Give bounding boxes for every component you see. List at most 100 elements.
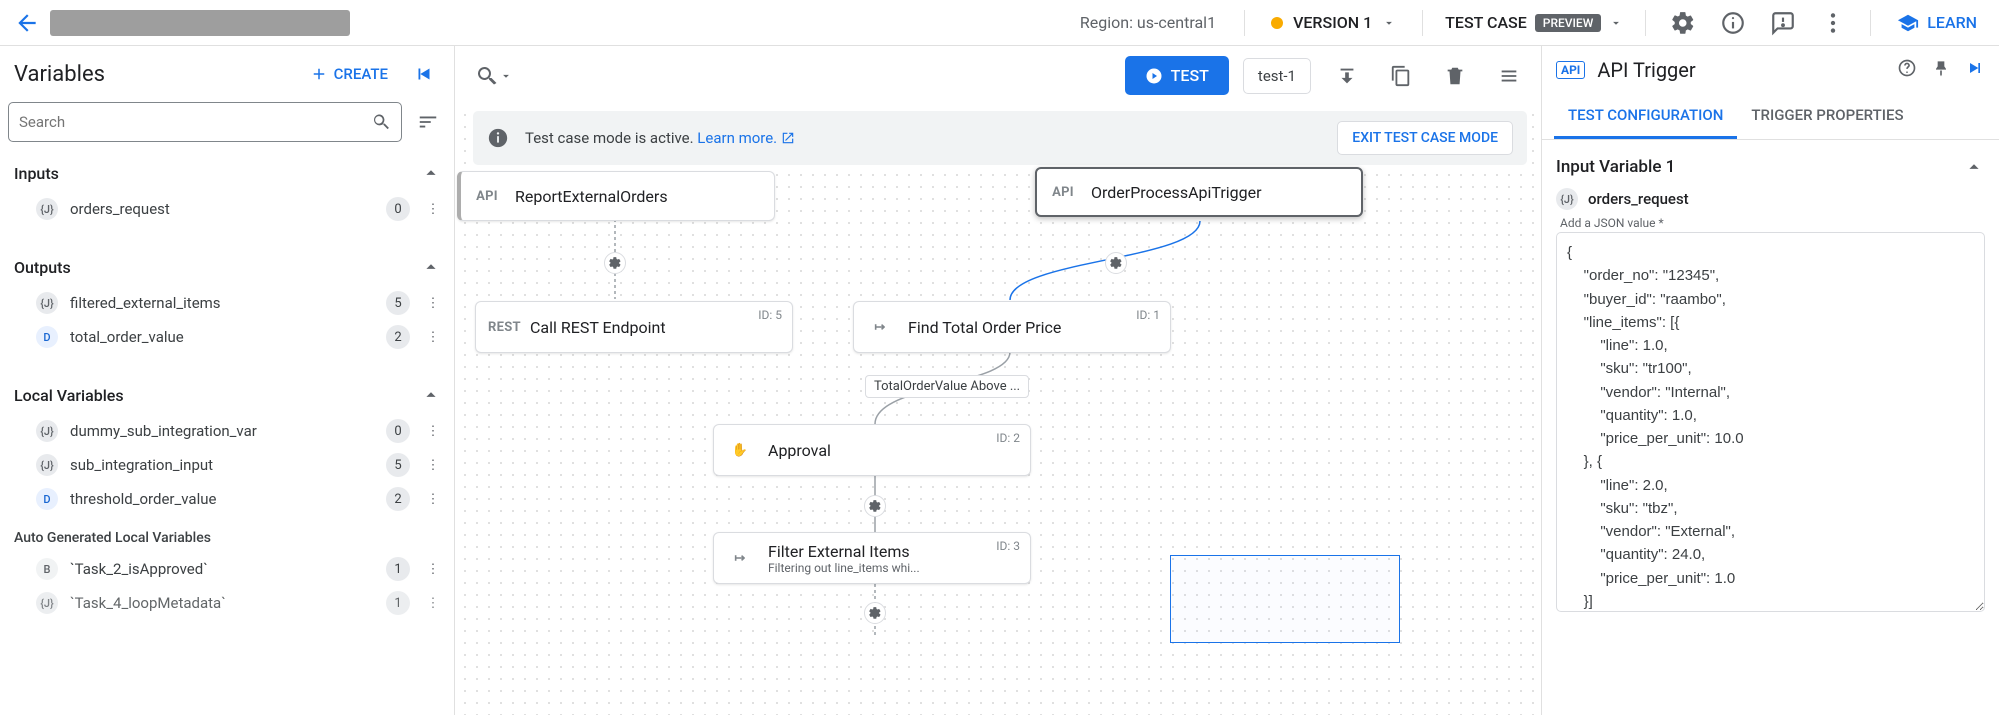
pin-button[interactable] bbox=[1931, 58, 1951, 82]
node-find-total-order-price[interactable]: ↦ Find Total Order Price ID: 1 bbox=[853, 301, 1171, 353]
create-variable-button[interactable]: CREATE bbox=[300, 59, 398, 89]
approval-icon: ✋ bbox=[726, 443, 754, 458]
plus-icon bbox=[310, 65, 328, 83]
var-menu-button[interactable]: ⋮ bbox=[422, 596, 444, 611]
var-name: `Task_4_loopMetadata` bbox=[70, 594, 374, 612]
test-select[interactable]: test-1 bbox=[1243, 58, 1311, 94]
node-id: ID: 5 bbox=[758, 308, 782, 322]
json-value-input[interactable]: { "order_no": "12345", "buyer_id": "raam… bbox=[1556, 232, 1985, 612]
node-filter-external-items[interactable]: ↦ Filter External Items Filtering out li… bbox=[713, 532, 1031, 584]
search-input[interactable] bbox=[19, 113, 371, 131]
var-name: dummy_sub_integration_var bbox=[70, 422, 374, 440]
var-type-icon: B bbox=[36, 558, 58, 580]
list-button[interactable] bbox=[1491, 58, 1527, 94]
var-name: sub_integration_input bbox=[70, 456, 374, 474]
node-call-rest-endpoint[interactable]: REST Call REST Endpoint ID: 5 bbox=[475, 301, 793, 353]
region-label: Region: us-central1 bbox=[1080, 13, 1216, 32]
canvas[interactable]: Test case mode is active. Learn more. EX… bbox=[455, 105, 1541, 715]
data-mapping-icon: ↦ bbox=[866, 320, 894, 335]
banner-text: Test case mode is active. bbox=[525, 129, 697, 147]
data-mapping-icon: ↦ bbox=[726, 551, 754, 566]
var-count: 5 bbox=[386, 453, 410, 477]
section-local[interactable]: Local Variables bbox=[0, 374, 454, 414]
var-type-icon: {J} bbox=[36, 198, 58, 220]
exit-test-mode-button[interactable]: EXIT TEST CASE MODE bbox=[1337, 121, 1513, 155]
rest-icon: REST bbox=[488, 320, 516, 335]
variable-row[interactable]: {J} dummy_sub_integration_var 0 ⋮ bbox=[0, 414, 454, 448]
top-bar: Region: us-central1 VERSION 1 TEST CASE … bbox=[0, 0, 1999, 46]
node-title: ReportExternalOrders bbox=[515, 187, 668, 206]
test-case-selector[interactable]: TEST CASE PREVIEW bbox=[1439, 13, 1629, 32]
back-button[interactable] bbox=[12, 8, 42, 38]
chevron-up-icon bbox=[420, 384, 442, 406]
graduation-cap-icon bbox=[1897, 12, 1919, 34]
more-button[interactable] bbox=[1812, 2, 1854, 44]
var-count: 1 bbox=[386, 591, 410, 615]
node-title: Call REST Endpoint bbox=[530, 318, 666, 337]
feedback-button[interactable] bbox=[1762, 2, 1804, 44]
input-variable-header[interactable]: Input Variable 1 bbox=[1542, 140, 1999, 188]
search-input-wrap bbox=[8, 102, 402, 142]
download-button[interactable] bbox=[1329, 58, 1365, 94]
info-button[interactable] bbox=[1712, 2, 1754, 44]
tab-trigger-properties[interactable]: TRIGGER PROPERTIES bbox=[1737, 94, 1917, 139]
help-button[interactable] bbox=[1897, 58, 1917, 82]
var-menu-button[interactable]: ⋮ bbox=[422, 296, 444, 311]
node-title: Approval bbox=[768, 441, 831, 460]
variable-row[interactable]: D threshold_order_value 2 ⋮ bbox=[0, 482, 454, 516]
edge-label[interactable]: TotalOrderValue Above ... bbox=[865, 375, 1029, 398]
learn-button[interactable]: LEARN bbox=[1887, 12, 1987, 34]
node-report-external-orders[interactable]: API ReportExternalOrders bbox=[457, 171, 775, 221]
section-autogen-label: Auto Generated Local Variables bbox=[0, 516, 454, 552]
test-button[interactable]: TEST bbox=[1125, 56, 1229, 95]
var-menu-button[interactable]: ⋮ bbox=[422, 492, 444, 507]
variable-row[interactable]: {J} orders_request 0 ⋮ bbox=[0, 192, 454, 226]
var-count: 5 bbox=[386, 291, 410, 315]
learn-more-link[interactable]: Learn more. bbox=[697, 129, 795, 147]
version-selector[interactable]: VERSION 1 bbox=[1261, 13, 1406, 32]
chevron-up-icon bbox=[1963, 156, 1985, 178]
var-menu-button[interactable]: ⋮ bbox=[422, 330, 444, 345]
section-outputs[interactable]: Outputs bbox=[0, 246, 454, 286]
trigger-details-panel: API API Trigger TEST CONFIGURATION TRIGG… bbox=[1541, 46, 1999, 715]
external-link-icon bbox=[781, 131, 795, 145]
collapse-panel-button[interactable] bbox=[408, 58, 440, 90]
section-inputs[interactable]: Inputs bbox=[0, 152, 454, 192]
var-name: threshold_order_value bbox=[70, 490, 374, 508]
var-menu-button[interactable]: ⋮ bbox=[422, 458, 444, 473]
variable-row[interactable]: D total_order_value 2 ⋮ bbox=[0, 320, 454, 354]
copy-button[interactable] bbox=[1383, 58, 1419, 94]
var-type-icon: {J} bbox=[1556, 188, 1578, 210]
chevron-up-icon bbox=[420, 162, 442, 184]
canvas-area: TEST test-1 Test case mode is active. Le… bbox=[455, 46, 1541, 715]
tab-test-configuration[interactable]: TEST CONFIGURATION bbox=[1554, 94, 1737, 139]
edge-gear-icon[interactable] bbox=[1105, 252, 1127, 274]
variables-title: Variables bbox=[14, 62, 290, 87]
node-order-process-api-trigger[interactable]: API OrderProcessApiTrigger bbox=[1035, 167, 1363, 217]
var-type-icon: {J} bbox=[36, 592, 58, 614]
variable-row[interactable]: {J} filtered_external_items 5 ⋮ bbox=[0, 286, 454, 320]
var-count: 0 bbox=[386, 197, 410, 221]
variable-row[interactable]: B `Task_2_isApproved` 1 ⋮ bbox=[0, 552, 454, 586]
edge-gear-icon[interactable] bbox=[864, 495, 886, 517]
delete-button[interactable] bbox=[1437, 58, 1473, 94]
node-id: ID: 1 bbox=[1136, 308, 1160, 322]
dropdown-icon bbox=[1609, 16, 1623, 30]
var-menu-button[interactable]: ⋮ bbox=[422, 562, 444, 577]
zoom-button[interactable] bbox=[469, 60, 519, 92]
filter-button[interactable] bbox=[412, 106, 444, 138]
json-value-label: Add a JSON value * bbox=[1542, 216, 1999, 230]
section-label: Inputs bbox=[14, 164, 59, 183]
edge-gear-icon[interactable] bbox=[864, 602, 886, 624]
var-menu-button[interactable]: ⋮ bbox=[422, 202, 444, 217]
var-count: 2 bbox=[386, 487, 410, 511]
node-approval[interactable]: ✋ Approval ID: 2 bbox=[713, 424, 1031, 476]
var-name: orders_request bbox=[70, 200, 374, 218]
variable-row[interactable]: {J} sub_integration_input 5 ⋮ bbox=[0, 448, 454, 482]
var-menu-button[interactable]: ⋮ bbox=[422, 424, 444, 439]
variable-row[interactable]: {J} `Task_4_loopMetadata` 1 ⋮ bbox=[0, 586, 454, 620]
edge-gear-icon[interactable] bbox=[604, 252, 626, 274]
settings-button[interactable] bbox=[1662, 2, 1704, 44]
var-count: 0 bbox=[386, 419, 410, 443]
expand-panel-button[interactable] bbox=[1965, 58, 1985, 82]
